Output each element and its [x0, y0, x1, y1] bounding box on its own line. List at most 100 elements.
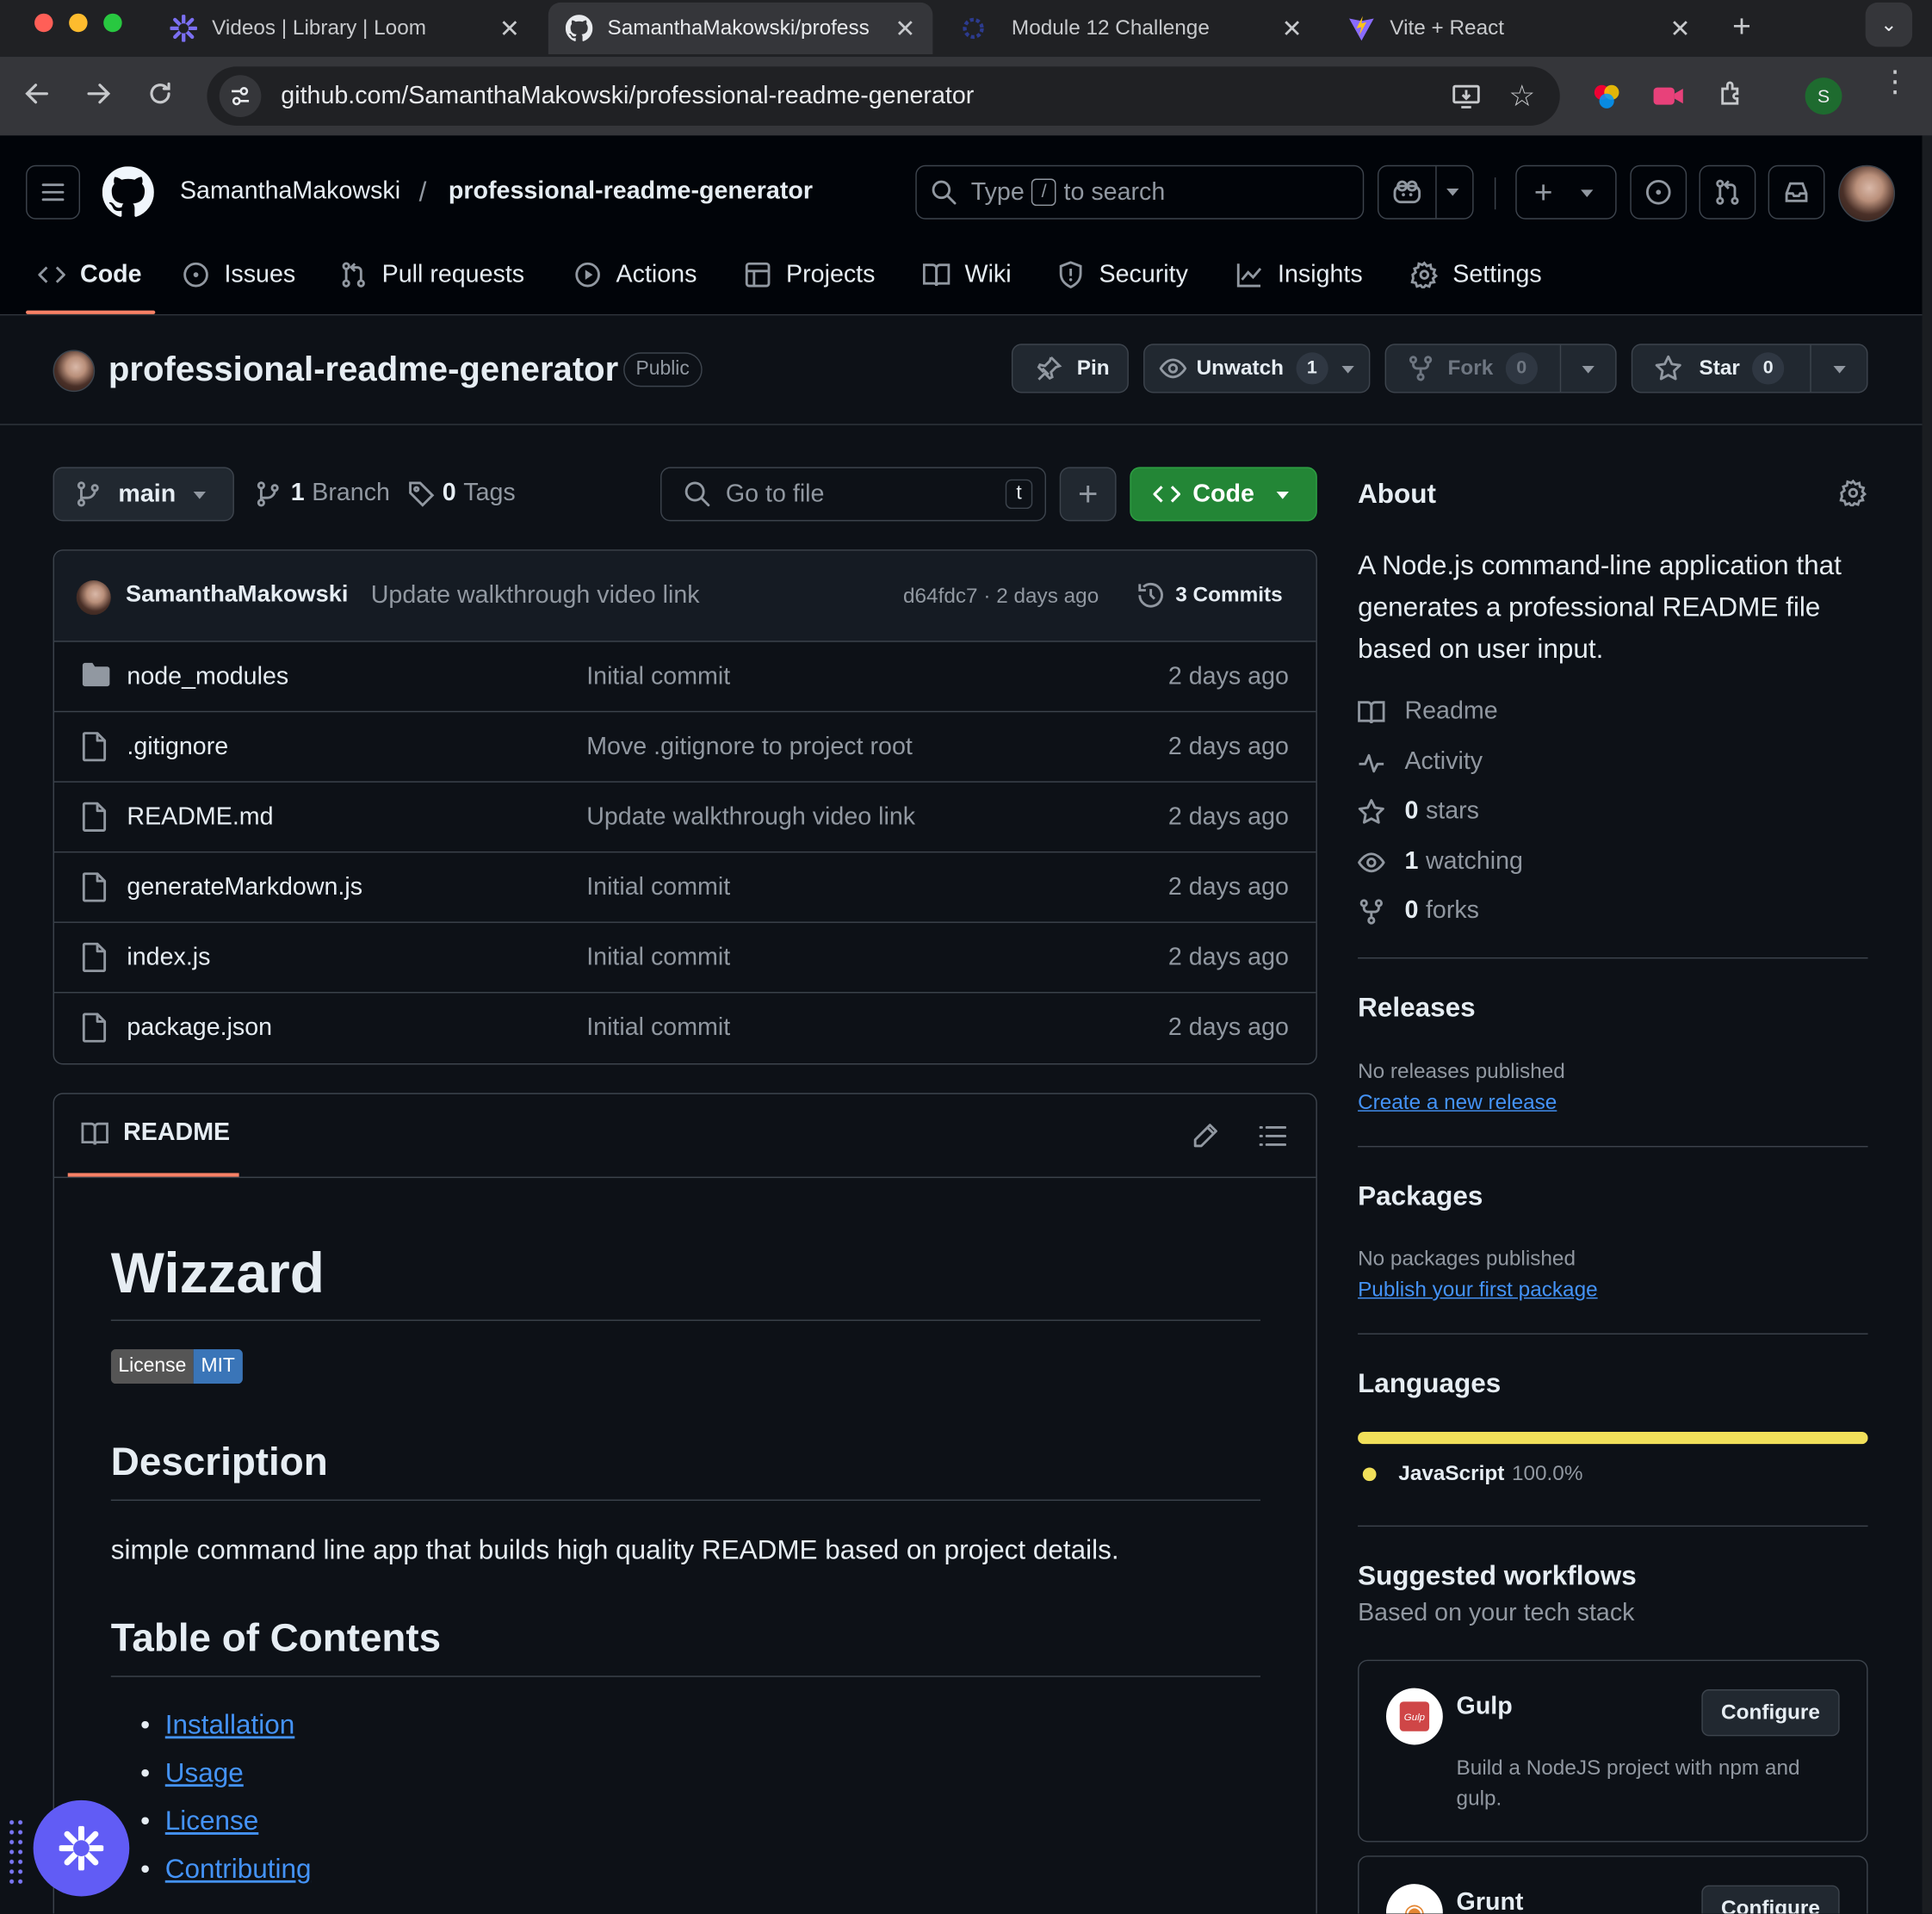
inbox-button[interactable]	[1768, 164, 1825, 220]
video-extension-icon[interactable]	[1653, 84, 1683, 108]
close-tab-icon[interactable]: ✕	[499, 13, 520, 44]
file-row[interactable]: generateMarkdown.js Initial commit 2 days …	[53, 852, 1316, 923]
pull-requests-button[interactable]	[1699, 164, 1756, 220]
toc-link-usage[interactable]: Usage	[140, 1757, 243, 1789]
create-new-button[interactable]: +	[1515, 164, 1617, 220]
extensions-icon[interactable]	[1718, 79, 1747, 108]
tab-security[interactable]: Security	[1057, 246, 1188, 303]
browser-tab-loom[interactable]: Videos | Library | Loom ✕	[152, 3, 537, 54]
bookmark-star-icon[interactable]: ☆	[1508, 79, 1535, 115]
about-settings-gear-icon[interactable]	[1839, 479, 1867, 507]
file-commit-message[interactable]: Initial commit	[586, 944, 730, 972]
publish-package-link[interactable]: Publish your first package	[1358, 1278, 1598, 1303]
chevron-down-icon[interactable]	[1341, 366, 1354, 374]
close-tab-icon[interactable]: ✕	[895, 13, 915, 44]
tab-search-button[interactable]: ⌄	[1865, 2, 1913, 47]
tab-projects[interactable]: Projects	[744, 246, 875, 303]
file-row[interactable]: package.json Initial commit 2 days ago	[54, 993, 1316, 1063]
tab-wiki[interactable]: Wiki	[922, 246, 1012, 303]
user-avatar[interactable]	[1838, 164, 1896, 222]
global-nav-menu-button[interactable]	[26, 164, 81, 220]
tab-code[interactable]: Code	[38, 246, 142, 303]
create-release-link[interactable]: Create a new release	[1358, 1091, 1557, 1116]
file-commit-message[interactable]: Initial commit	[586, 873, 730, 901]
configure-button[interactable]: Configure	[1701, 1689, 1840, 1737]
file-row[interactable]: node_modules Initial commit 2 days ago	[53, 642, 1316, 713]
file-row[interactable]: .gitignore Move .gitignore to project roo…	[53, 712, 1316, 783]
drag-handle-icon[interactable]	[7, 1817, 25, 1885]
tab-issues[interactable]: Issues	[183, 246, 295, 303]
tab-pull-requests[interactable]: Pull requests	[340, 246, 524, 303]
close-tab-icon[interactable]: ✕	[1669, 13, 1690, 44]
minimize-window-button[interactable]	[69, 13, 88, 33]
file-name[interactable]: node_modules	[127, 662, 288, 691]
go-to-file-input[interactable]: Go to file t	[660, 467, 1047, 522]
tab-insights[interactable]: Insights	[1235, 246, 1363, 303]
new-tab-button[interactable]: +	[1732, 8, 1751, 46]
tab-actions[interactable]: Actions	[574, 246, 697, 303]
browser-tab-github[interactable]: SamanthaMakowski/profess ✕	[548, 2, 933, 54]
code-dropdown-button[interactable]: Code	[1130, 467, 1317, 522]
install-app-icon[interactable]	[1452, 81, 1481, 110]
breadcrumb-repo[interactable]: professional-readme-generator	[449, 177, 813, 206]
commit-author[interactable]: SamanthaMakowski	[126, 581, 348, 608]
stars-link[interactable]: 0 stars	[1358, 797, 1479, 826]
close-window-button[interactable]	[34, 13, 53, 33]
chevron-down-icon[interactable]	[1446, 188, 1459, 196]
add-file-button[interactable]: +	[1059, 467, 1117, 522]
activity-link[interactable]: Activity	[1358, 748, 1483, 777]
page-scrollbar[interactable]	[1922, 135, 1932, 1914]
global-search-input[interactable]: Type / to search	[915, 164, 1365, 220]
license-badge[interactable]: License MIT	[110, 1349, 243, 1384]
commit-hash-time[interactable]: d64fdc7 · 2 days ago	[903, 584, 1099, 609]
releases-heading[interactable]: Releases	[1358, 992, 1476, 1024]
file-commit-message[interactable]: Move .gitignore to project root	[586, 733, 913, 761]
tags-link[interactable]: 0 Tags	[408, 480, 516, 508]
address-bar[interactable]: github.com/SamanthaMakowski/professional…	[207, 66, 1560, 126]
commits-history-link[interactable]: 3 Commits	[1136, 580, 1283, 610]
branches-link[interactable]: 1 Branch	[257, 480, 390, 508]
back-icon[interactable]	[22, 79, 52, 108]
edit-pencil-icon[interactable]	[1192, 1123, 1218, 1149]
branch-select-button[interactable]: main	[53, 467, 234, 522]
packages-heading[interactable]: Packages	[1358, 1180, 1483, 1212]
toc-link-installation[interactable]: Installation	[140, 1709, 294, 1741]
chevron-down-icon[interactable]	[1582, 366, 1595, 374]
copilot-button[interactable]	[1377, 164, 1474, 220]
forward-icon[interactable]	[84, 79, 113, 108]
language-item-javascript[interactable]: JavaScript 100.0%	[1362, 1461, 1582, 1486]
file-name[interactable]: .gitignore	[127, 733, 228, 761]
outline-list-icon[interactable]	[1259, 1124, 1287, 1149]
file-row[interactable]: README.md Update walkthrough video link 2 …	[53, 783, 1316, 853]
watching-link[interactable]: 1 watching	[1358, 848, 1523, 876]
unwatch-button[interactable]: Unwatch 1	[1143, 344, 1371, 393]
file-commit-message[interactable]: Initial commit	[586, 662, 730, 691]
readme-tab[interactable]: README	[81, 1118, 230, 1147]
close-tab-icon[interactable]: ✕	[1282, 13, 1303, 44]
browser-tab-module[interactable]: Module 12 Challenge ✕	[943, 3, 1320, 54]
github-logo-icon[interactable]	[102, 166, 154, 218]
browser-menu-icon[interactable]: ⋮	[1880, 67, 1910, 96]
file-name[interactable]: package.json	[127, 1014, 272, 1043]
profile-avatar[interactable]: S	[1805, 77, 1842, 115]
file-commit-message[interactable]: Update walkthrough video link	[586, 802, 915, 831]
loom-recorder-button[interactable]	[33, 1799, 130, 1897]
breadcrumb-owner[interactable]: SamanthaMakowski	[180, 177, 400, 206]
pin-button[interactable]: Pin	[1011, 344, 1129, 393]
fork-button[interactable]: Fork 0	[1384, 344, 1617, 393]
configure-button[interactable]: Configure	[1701, 1885, 1840, 1914]
color-extension-icon[interactable]	[1592, 81, 1621, 110]
commit-message[interactable]: Update walkthrough video link	[371, 581, 700, 610]
reload-icon[interactable]	[146, 79, 175, 108]
readme-link[interactable]: Readme	[1358, 697, 1498, 726]
maximize-window-button[interactable]	[103, 13, 122, 33]
file-name[interactable]: index.js	[127, 944, 210, 972]
file-row[interactable]: index.js Initial commit 2 days ago	[53, 923, 1316, 994]
file-name[interactable]: generateMarkdown.js	[127, 873, 362, 901]
issues-button[interactable]	[1630, 164, 1687, 220]
forks-link[interactable]: 0 forks	[1358, 897, 1479, 926]
chevron-down-icon[interactable]	[1833, 366, 1846, 374]
toc-link-contributing[interactable]: Contributing	[140, 1853, 311, 1885]
file-commit-message[interactable]: Initial commit	[586, 1014, 730, 1043]
browser-tab-vite[interactable]: Vite + React ✕	[1331, 3, 1708, 54]
